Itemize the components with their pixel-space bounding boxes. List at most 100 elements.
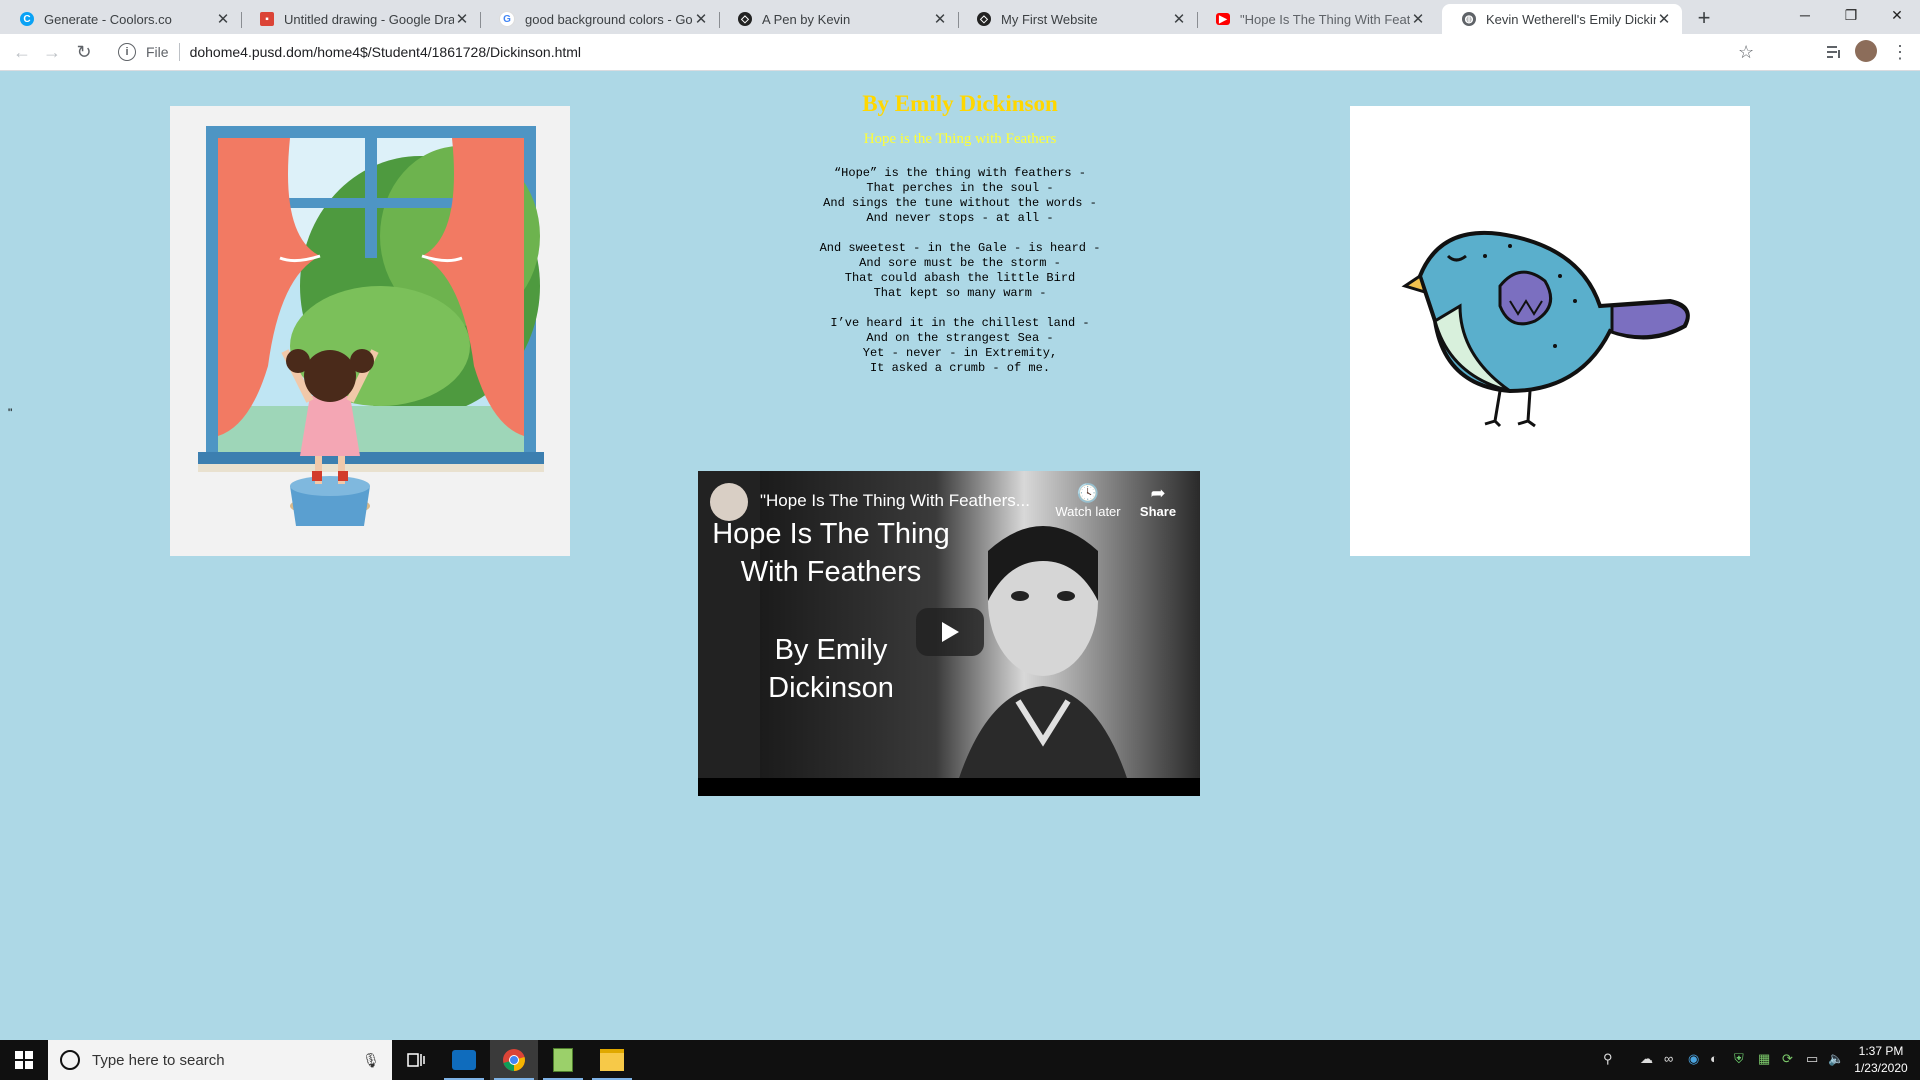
tab-youtube-video[interactable]: ▶ "Hope Is The Thing With Feather ✕: [1196, 4, 1436, 34]
media-queue-icon[interactable]: [1824, 42, 1844, 62]
folder-icon: [600, 1049, 624, 1071]
poem-stanza: “Hope” is the thing with feathers - That…: [823, 166, 1097, 225]
tab-label: Generate - Coolors.co: [44, 11, 172, 27]
close-tab-icon[interactable]: ✕: [215, 10, 231, 28]
video-overlay-line: Dickinson: [768, 672, 894, 704]
forward-button[interactable]: →: [40, 40, 64, 64]
mail-app-icon: [452, 1050, 476, 1070]
play-button[interactable]: [916, 608, 984, 656]
tab-google-search[interactable]: G good background colors - Googl ✕: [479, 4, 720, 34]
tab-google-drawings[interactable]: ▪ Untitled drawing - Google Drawi ✕: [240, 4, 481, 34]
codepen-icon: ◇: [738, 12, 752, 26]
new-tab-button[interactable]: +: [1690, 4, 1718, 32]
watch-later-button[interactable]: 🕓 Watch later: [1048, 483, 1128, 519]
tab-label: Untitled drawing - Google Drawi: [284, 11, 454, 27]
close-tab-icon[interactable]: ✕: [1171, 10, 1187, 28]
globe-icon: ◍: [1462, 12, 1476, 26]
taskbar-app-file-explorer[interactable]: [588, 1040, 636, 1080]
page-title: By Emily Dickinson: [862, 91, 1058, 116]
volume-icon[interactable]: 🔈: [1828, 1051, 1844, 1067]
link-icon[interactable]: ∞: [1664, 1051, 1673, 1066]
notepad-icon: [553, 1048, 573, 1072]
scheme-label: File: [146, 44, 169, 60]
poem-column: By Emily Dickinson Hope is the Thing wit…: [760, 91, 1160, 391]
taskbar-clock[interactable]: 1:37 PM 1/23/2020: [1848, 1043, 1914, 1077]
bird-illustration: [1401, 231, 1690, 428]
people-icon[interactable]: ⚲: [1603, 1051, 1613, 1067]
minimize-button[interactable]: ─: [1782, 0, 1828, 30]
omnibox-divider: [178, 43, 180, 61]
share-arrow-icon: ➦: [1150, 483, 1166, 503]
chart-app-icon[interactable]: ▦: [1758, 1051, 1770, 1067]
network-monitor-icon[interactable]: ▭: [1806, 1051, 1818, 1067]
start-button[interactable]: [0, 1040, 48, 1080]
back-button[interactable]: ←: [10, 40, 34, 64]
taskbar-app-chrome[interactable]: [490, 1040, 538, 1080]
coolors-icon: C: [20, 12, 34, 26]
share-label: Share: [1139, 504, 1177, 519]
browser-toolbar: ← → ↻ i File dohome4.pusd.dom/home4$/Stu…: [0, 34, 1920, 71]
network-app-icon[interactable]: ◉: [1688, 1051, 1699, 1067]
info-icon[interactable]: i: [118, 43, 136, 61]
tab-codepen-pen[interactable]: ◇ A Pen by Kevin ✕: [718, 4, 959, 34]
clock-date: 1/23/2020: [1854, 1061, 1908, 1075]
tab-label: "Hope Is The Thing With Feather: [1240, 11, 1410, 27]
security-shield-icon[interactable]: ⛨: [1734, 1051, 1744, 1067]
onedrive-icon[interactable]: ☁: [1640, 1051, 1653, 1067]
tab-coolors[interactable]: C Generate - Coolors.co ✕: [0, 4, 242, 34]
bird-image: [1350, 106, 1750, 556]
play-icon: [942, 622, 959, 642]
girl-at-window-image: [170, 106, 570, 556]
video-bottom-bar: [698, 778, 1200, 796]
menu-kebab-icon[interactable]: ⋮: [1890, 42, 1910, 62]
address-bar[interactable]: i File dohome4.pusd.dom/home4$/Student4/…: [110, 37, 1765, 67]
eye-icon[interactable]: ◐: [1710, 1051, 1718, 1066]
task-view-button[interactable]: [392, 1040, 440, 1080]
search-placeholder: Type here to search: [92, 1051, 225, 1069]
video-overlay-line: Hope Is The Thing: [712, 518, 950, 550]
profile-avatar[interactable]: [1855, 40, 1877, 62]
microphone-icon[interactable]: 🎙: [360, 1052, 382, 1069]
task-view-icon: [407, 1053, 425, 1067]
tab-label: A Pen by Kevin: [762, 11, 851, 27]
taskbar-app-notepad[interactable]: [539, 1040, 587, 1080]
bookmark-star-icon[interactable]: ☆: [1738, 42, 1754, 63]
video-title[interactable]: "Hope Is The Thing With Feathers...: [760, 491, 1030, 511]
taskbar-search-box[interactable]: Type here to search 🎙: [48, 1040, 392, 1080]
embedded-video[interactable]: "Hope Is The Thing With Feathers... Hope…: [698, 471, 1200, 796]
stray-quote-text: ": [8, 406, 13, 420]
video-overlay-line: With Feathers: [740, 556, 922, 588]
restore-button[interactable]: ❐: [1828, 0, 1874, 30]
tab-strip: C Generate - Coolors.co ✕ ▪ Untitled dra…: [0, 0, 1920, 34]
close-tab-icon[interactable]: ✕: [693, 10, 709, 28]
tab-my-first-website[interactable]: ◇ My First Website ✕: [957, 4, 1198, 34]
close-tab-icon[interactable]: ✕: [454, 10, 470, 28]
sync-icon[interactable]: ⟳: [1782, 1051, 1793, 1067]
tab-label: My First Website: [1001, 11, 1098, 27]
close-tab-icon[interactable]: ✕: [1656, 10, 1672, 28]
youtube-icon: ▶: [1216, 13, 1230, 25]
close-window-button[interactable]: ✕: [1874, 0, 1920, 30]
taskbar-app-outlook[interactable]: [440, 1040, 488, 1080]
windows-logo-icon: [15, 1051, 33, 1069]
codepen-icon: ◇: [977, 12, 991, 26]
poem-stanza: I’ve heard it in the chillest land - And…: [830, 316, 1090, 375]
tab-label: good background colors - Googl: [525, 11, 693, 27]
watch-later-label: Watch later: [1055, 504, 1121, 519]
tab-dickinson-active[interactable]: ◍ Kevin Wetherell's Emily Dickinson ✕: [1442, 4, 1682, 34]
url-text[interactable]: dohome4.pusd.dom/home4$/Student4/1861728…: [190, 44, 581, 60]
share-button[interactable]: ➦ Share: [1128, 483, 1188, 519]
poem-subtitle: Hope is the Thing with Feathers: [863, 131, 1057, 147]
girl-window-illustration: [198, 126, 544, 526]
reload-button[interactable]: ↻: [72, 40, 96, 64]
windows-taskbar: Type here to search 🎙 ⚲ ☁ ∞ ◉ ◐ ⛨ ▦ ⟳ ▭ …: [0, 1040, 1920, 1080]
close-tab-icon[interactable]: ✕: [1410, 10, 1426, 28]
chrome-icon: [503, 1049, 525, 1071]
google-drawings-icon: ▪: [260, 12, 274, 26]
google-icon: G: [499, 11, 515, 27]
close-tab-icon[interactable]: ✕: [932, 10, 948, 28]
page-body: " By Emily Dickinson Hope is the Thing w…: [0, 71, 1920, 1040]
tab-label: Kevin Wetherell's Emily Dickinson: [1486, 11, 1656, 27]
cortana-icon: [60, 1050, 80, 1070]
clock-time: 1:37 PM: [1858, 1044, 1904, 1058]
